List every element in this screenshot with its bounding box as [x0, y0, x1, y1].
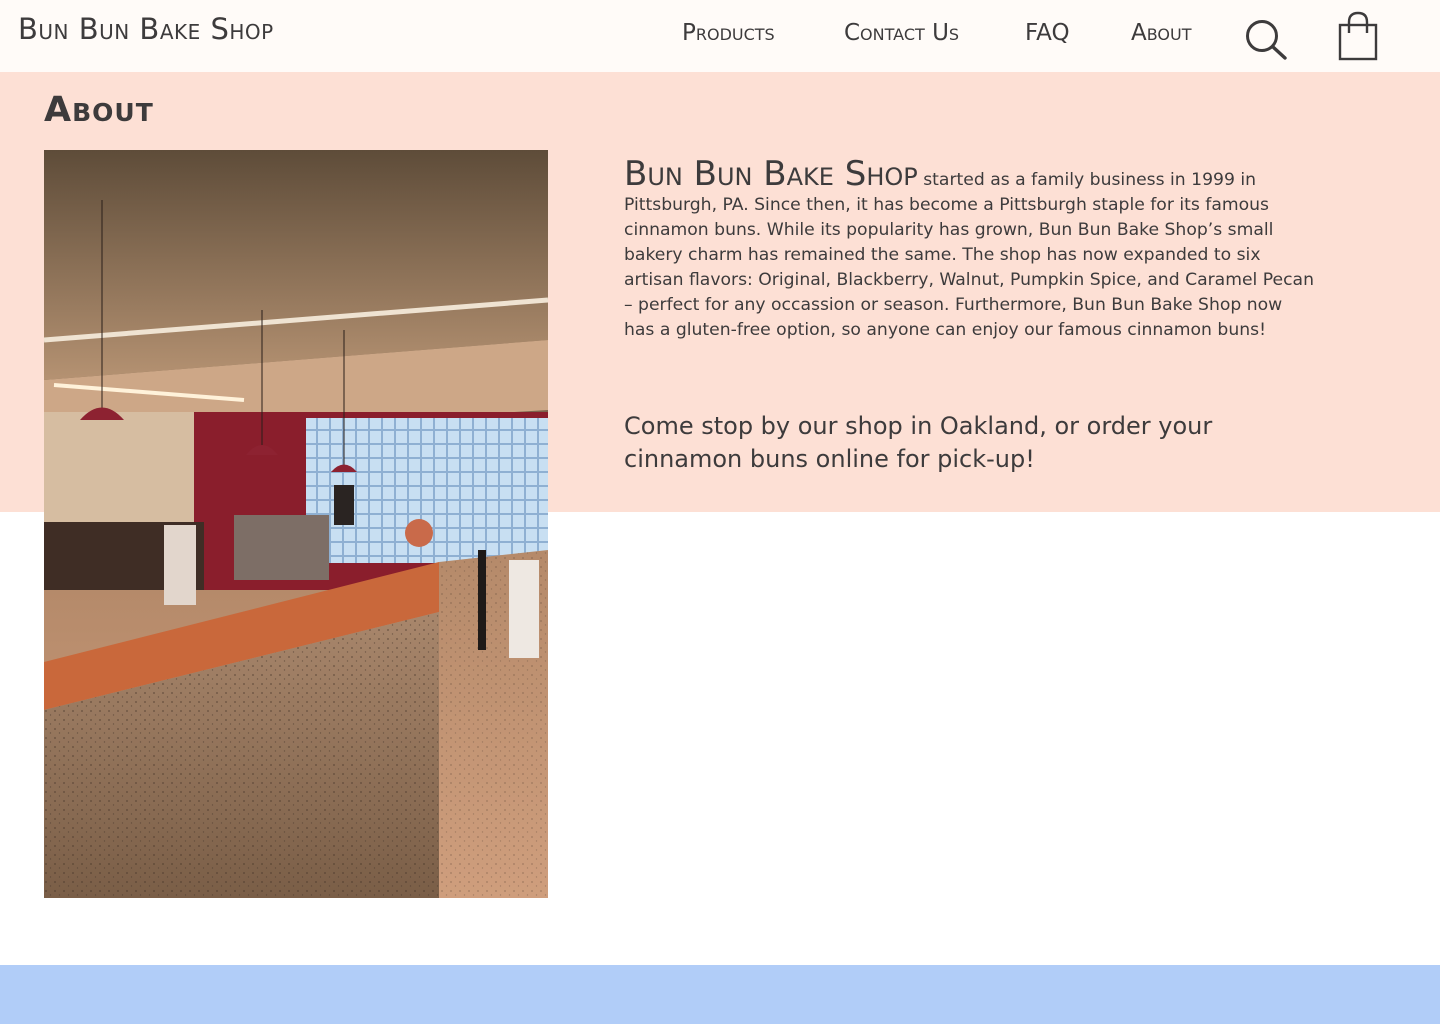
visit-callout: Come stop by our shop in Oakland, or ord… — [624, 412, 1213, 473]
shopping-bag-icon[interactable] — [1336, 10, 1380, 62]
nav-contact-us[interactable]: Contact Us — [844, 20, 959, 46]
nav-products[interactable]: Products — [682, 20, 775, 46]
story-text: started as a family business in 1999 in … — [624, 170, 1314, 340]
nav-faq[interactable]: FAQ — [1025, 20, 1070, 46]
nav-about[interactable]: About — [1131, 20, 1192, 46]
bakery-interior-photo — [44, 150, 548, 898]
search-icon[interactable] — [1244, 18, 1288, 60]
about-story: Bun Bun Bake Shop started as a family bu… — [624, 156, 1314, 343]
site-footer — [0, 965, 1440, 1024]
brand-logo[interactable]: Bun Bun Bake Shop — [18, 12, 274, 46]
site-header: Bun Bun Bake Shop Products Contact Us FA… — [0, 0, 1440, 72]
page-title: About — [44, 90, 154, 130]
story-brand-name: Bun Bun Bake Shop — [624, 154, 918, 194]
